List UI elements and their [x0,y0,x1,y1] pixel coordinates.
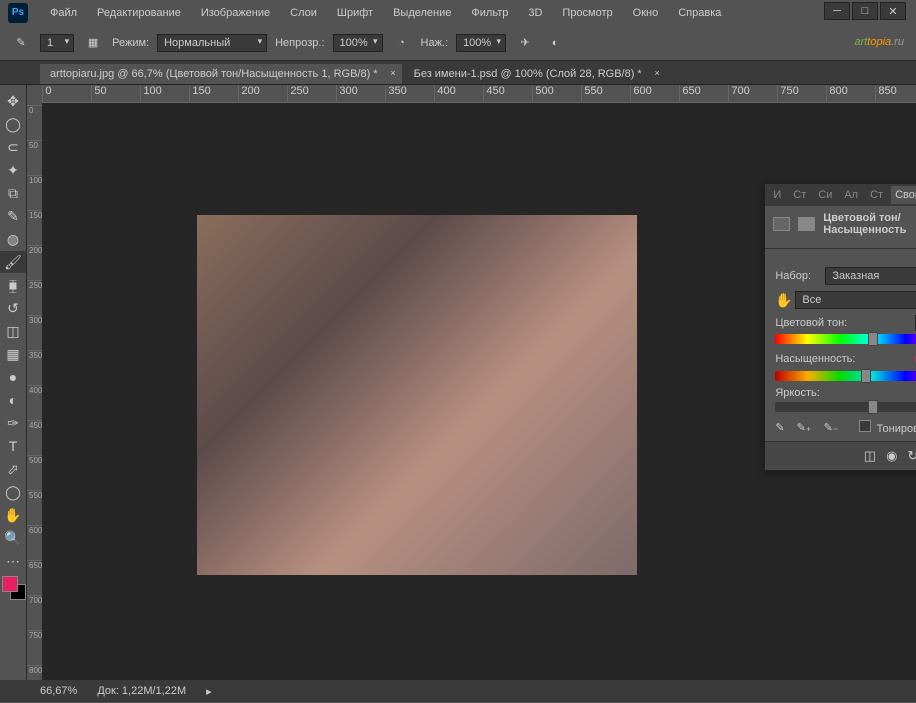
document-tabs: arttopiaru.jpg @ 66,7% (Цветовой тон/Нас… [0,61,916,85]
tools-panel: ✥ ◯ ⊂ ✦ ⧉ ✎ ◍ 🖌 ⧯ ↺ ◫ ▦ ● ◐ ✑ T ⬀ ◯ ✋ 🔍 … [0,85,27,680]
pressure-size-icon[interactable]: ◐ [544,32,566,54]
menu-3d[interactable]: 3D [518,7,552,19]
type-tool[interactable]: T [0,435,26,457]
dodge-tool[interactable]: ◐ [0,389,26,411]
status-bar: 66,67% Док: 1,22M/1,22M ▸ [0,680,916,702]
panel-tab-collapsed[interactable]: И [769,186,785,204]
slider-thumb[interactable] [868,400,878,414]
edit-toolbar[interactable]: ⋯ [0,550,26,572]
menu-edit[interactable]: Редактирование [87,7,191,19]
lightness-slider[interactable] [775,402,916,412]
lightness-label: Яркость: [775,387,819,399]
crop-tool[interactable]: ⧉ [0,182,26,204]
airbrush-icon[interactable]: ✈ [514,32,536,54]
foreground-color-swatch[interactable] [2,576,18,592]
zoom-tool[interactable]: 🔍 [0,527,26,549]
panel-tab-collapsed[interactable]: Ст [789,186,810,204]
saturation-label: Насыщенность: [775,353,855,365]
menu-help[interactable]: Справка [668,7,731,19]
maximize-button[interactable]: □ [852,2,878,20]
pressure-opacity-icon[interactable]: ◔ [391,32,413,54]
slider-thumb[interactable] [868,332,878,346]
menu-filter[interactable]: Фильтр [461,7,518,19]
saturation-slider[interactable] [775,371,916,381]
range-select[interactable]: Все [795,291,916,309]
panel-title: Цветовой тон/Насыщенность [823,212,916,236]
colorize-checkbox[interactable] [859,420,871,432]
adjustment-icon [773,217,790,231]
slider-thumb[interactable] [861,369,871,383]
menu-image[interactable]: Изображение [191,7,280,19]
opacity-label: Непрозр.: [275,37,324,49]
panel-tab-collapsed[interactable]: Ст [866,186,887,204]
blend-mode-dropdown[interactable]: Нормальный [157,34,267,52]
document-tab-1[interactable]: arttopiaru.jpg @ 66,7% (Цветовой тон/Нас… [40,64,402,84]
eyedropper-icon[interactable]: ✎ [775,421,784,434]
hand-icon[interactable]: ✋ [775,292,795,309]
panel-tab-collapsed[interactable]: Си [814,186,836,204]
magic-wand-tool[interactable]: ✦ [0,159,26,181]
minimize-button[interactable]: ─ [824,2,850,20]
menu-view[interactable]: Просмотр [552,7,622,19]
status-arrow-icon[interactable]: ▸ [206,685,212,698]
gradient-tool[interactable]: ▦ [0,343,26,365]
view-previous-icon[interactable]: ◉ [886,448,897,464]
panel-tab-properties[interactable]: Свойства [891,186,916,204]
document-size[interactable]: Док: 1,22M/1,22M [97,685,186,697]
menu-file[interactable]: Файл [40,7,87,19]
menu-bar: Ps Файл Редактирование Изображение Слои … [0,0,916,25]
preset-label: Набор: [775,270,825,282]
blur-tool[interactable]: ● [0,366,26,388]
clip-to-layer-icon[interactable]: ◫ [864,448,876,464]
clone-stamp-tool[interactable]: ⧯ [0,274,26,296]
panel-tab-strip: И Ст Си Ал Ст Свойства ▾≡ [765,184,916,206]
brush-tool-icon[interactable]: ✎ [10,32,32,54]
hue-label: Цветовой тон: [775,317,847,329]
brush-size-dropdown[interactable]: 1 [40,34,74,52]
menu-window[interactable]: Окно [623,7,669,19]
colorize-label: Тонирование [877,423,916,435]
close-icon[interactable]: × [654,68,659,78]
marquee-tool[interactable]: ◯ [0,113,26,135]
path-selection-tool[interactable]: ⬀ [0,458,26,480]
panel-tab-collapsed[interactable]: Ал [840,186,862,204]
eyedropper-minus-icon[interactable]: ✎₋ [824,421,839,434]
document-image[interactable] [197,215,637,575]
eyedropper-tool[interactable]: ✎ [0,205,26,227]
preset-select[interactable]: Заказная [825,267,916,285]
hand-tool[interactable]: ✋ [0,504,26,526]
properties-panel: И Ст Си Ал Ст Свойства ▾≡ Цветовой тон/Н… [764,183,916,471]
brush-tool[interactable]: 🖌 [0,251,26,273]
watermark: arttopia.ru [854,25,904,51]
spot-healing-tool[interactable]: ◍ [0,228,26,250]
options-bar: ✎ 1 ▦ Режим: Нормальный Непрозр.: 100% ◔… [0,25,916,61]
ruler-vertical: 0501001502002503003504004505005506006507… [27,85,42,680]
opacity-dropdown[interactable]: 100% [333,34,383,52]
eyedropper-plus-icon[interactable]: ✎₊ [797,421,812,434]
ruler-horizontal: 0501001502002503003504004505005506006507… [42,85,916,103]
zoom-level[interactable]: 66,67% [40,685,77,697]
document-tab-2[interactable]: Без имени-1.psd @ 100% (Слой 28, RGB/8) … [404,64,666,84]
brush-panel-icon[interactable]: ▦ [82,32,104,54]
canvas-area[interactable]: 0501001502002503003504004505005506006507… [42,85,916,680]
pen-tool[interactable]: ✑ [0,412,26,434]
menu-layer[interactable]: Слои [280,7,327,19]
menu-type[interactable]: Шрифт [327,7,383,19]
close-icon[interactable]: × [390,68,395,78]
hue-slider[interactable] [775,334,916,344]
menu-select[interactable]: Выделение [383,7,461,19]
mode-label: Режим: [112,37,149,49]
lasso-tool[interactable]: ⊂ [0,136,26,158]
ps-logo-icon: Ps [8,3,28,23]
flow-label: Наж.: [421,37,449,49]
close-window-button[interactable]: ✕ [880,2,906,20]
color-swatches[interactable] [2,576,26,600]
mask-icon [798,217,815,231]
move-tool[interactable]: ✥ [0,90,26,112]
shape-tool[interactable]: ◯ [0,481,26,503]
flow-dropdown[interactable]: 100% [456,34,506,52]
eraser-tool[interactable]: ◫ [0,320,26,342]
reset-icon[interactable]: ↻ [907,448,916,464]
history-brush-tool[interactable]: ↺ [0,297,26,319]
